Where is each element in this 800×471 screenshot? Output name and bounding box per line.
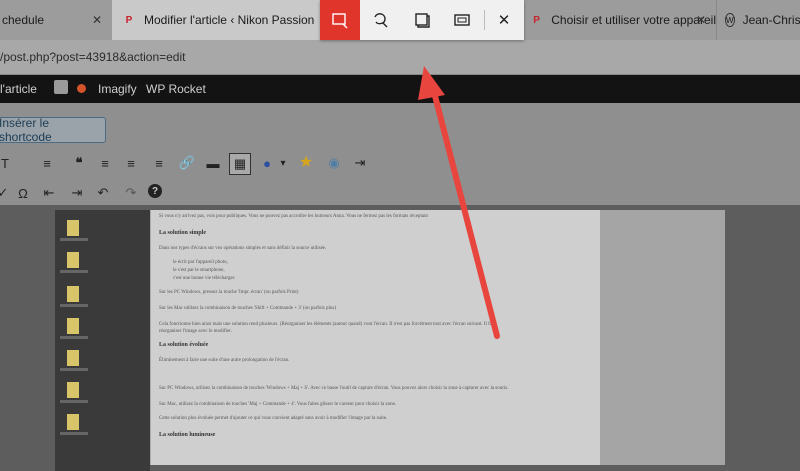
fullscreen-snip-button[interactable]	[442, 0, 482, 40]
annotation-arrow-icon	[418, 66, 500, 339]
window-snip-button[interactable]	[402, 0, 442, 40]
fullscreen-snip-icon	[454, 14, 470, 26]
freeform-snip-button[interactable]	[360, 0, 400, 40]
rectangular-snip-button[interactable]	[320, 0, 360, 40]
rectangle-snip-icon	[332, 13, 348, 29]
close-snip-button[interactable]: ✕	[484, 0, 524, 40]
window-snip-icon	[415, 13, 430, 28]
freeform-snip-icon	[374, 13, 388, 28]
snip-toolbar: ✕	[320, 0, 524, 40]
